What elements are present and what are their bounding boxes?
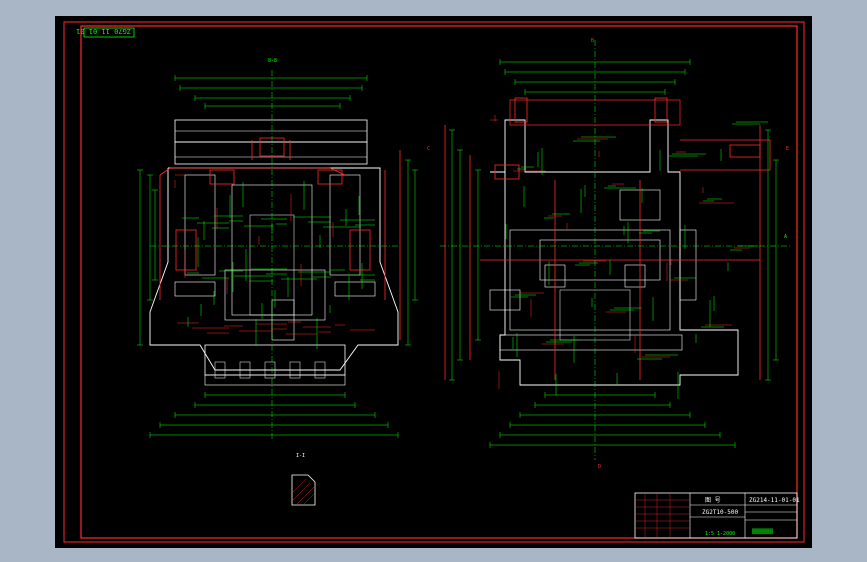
section-mark-b-bottom: D bbox=[598, 464, 601, 470]
title-company: ▒▒▒▒▒▒▒ bbox=[752, 528, 774, 535]
title-part-name: ZG2T10-500 bbox=[702, 509, 739, 516]
model-space bbox=[55, 16, 812, 548]
section-detail-label: I-I bbox=[296, 453, 305, 459]
title-drawing-number: ZG214-11-01-01 bbox=[749, 497, 800, 504]
section-mark-e: E bbox=[786, 146, 789, 152]
cad-viewport[interactable]: ZG70 11 01 01 8-8 B D C E A I-I 图 号 ZG21… bbox=[0, 0, 867, 562]
section-mark-c: C bbox=[427, 146, 430, 152]
left-view-label: 8-8 bbox=[268, 58, 277, 64]
cad-drawing-canvas: ZG70 11 01 01 8-8 B D C E A I-I 图 号 ZG21… bbox=[55, 16, 812, 548]
section-mark-a: A bbox=[784, 234, 787, 240]
section-mark-b-top: B bbox=[591, 38, 594, 44]
stamp-text: ZG70 11 01 01 bbox=[76, 27, 131, 35]
drawing-stamp: ZG70 11 01 01 bbox=[76, 27, 135, 38]
title-scale-label: 图 号 bbox=[705, 497, 721, 504]
title-sub-label: 1:5 1-2000 bbox=[705, 531, 735, 537]
